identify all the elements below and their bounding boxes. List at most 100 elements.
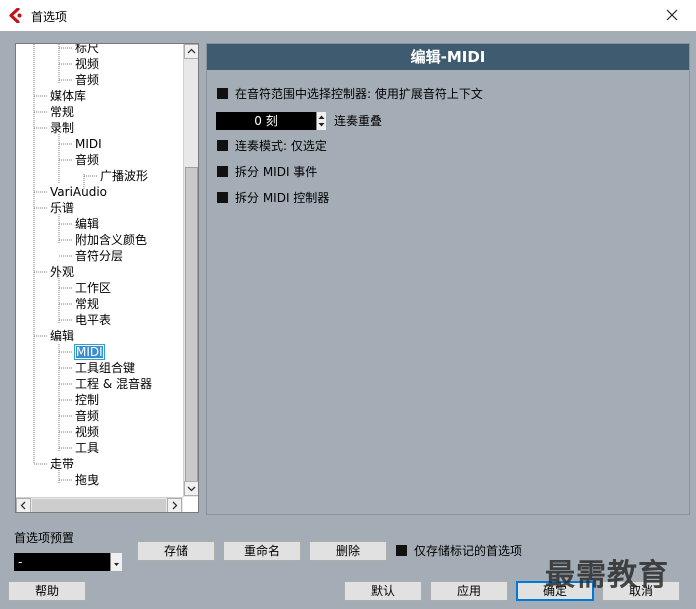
scroll-right-button[interactable] (167, 498, 182, 512)
tree-item-label: 外观 (50, 265, 75, 279)
tree-item[interactable]: MIDI (75, 136, 102, 152)
tree-item[interactable]: 工具 (75, 440, 99, 456)
scroll-left-button[interactable] (16, 498, 31, 512)
tree-item[interactable]: 编辑 (75, 216, 99, 232)
window-title: 首选项 (31, 10, 68, 24)
tree-item[interactable]: 标尺 (75, 43, 100, 56)
tree-item[interactable]: 媒体库 (50, 88, 86, 104)
tree-item[interactable]: 广播波形 (100, 168, 148, 184)
tree-item-label: 视频 (75, 57, 100, 71)
horizontal-scroll-thumb[interactable] (32, 499, 166, 512)
option-label: 在音符范围中选择控制器: 使用扩展音符上下文 (235, 87, 483, 101)
apply-button[interactable]: 应用 (430, 581, 508, 601)
tree-item[interactable]: 工程 & 混音器 (75, 376, 152, 392)
settings-panel: 编辑-MIDI 在音符范围中选择控制器: 使用扩展音符上下文 0 刻 连奏重叠 … (206, 43, 690, 515)
tree-item-label: 常规 (75, 297, 100, 311)
tree-vertical-scrollbar[interactable] (183, 44, 198, 497)
tree-item-label: 标尺 (75, 43, 100, 55)
checkbox[interactable] (217, 166, 228, 177)
tree-item-label: MIDI (75, 137, 102, 151)
tree-item[interactable]: MIDI (74, 344, 105, 360)
scroll-down-button[interactable] (184, 481, 198, 496)
tree-item-label: 拖曳 (75, 473, 100, 487)
tree-item-label: 走带 (50, 457, 75, 471)
option-legato-mode[interactable]: 连奏模式: 仅选定 (217, 138, 327, 154)
tree-item[interactable]: 乐谱 (50, 200, 74, 216)
close-button[interactable] (650, 0, 696, 31)
tree-item[interactable]: 音频 (75, 152, 99, 168)
delete-button[interactable]: 删除 (309, 541, 387, 561)
option-label: 拆分 MIDI 事件 (235, 165, 318, 179)
tree-item-label: VariAudio (50, 185, 108, 199)
tree-item[interactable]: 音频 (75, 72, 99, 88)
preset-dropdown[interactable]: - (14, 553, 122, 571)
option-label: 连奏模式: 仅选定 (235, 139, 327, 153)
tree-item-label: MIDI (74, 344, 105, 360)
default-button[interactable]: 默认 (344, 581, 422, 601)
legato-overlap-label: 连奏重叠 (334, 114, 383, 128)
tree-item[interactable]: 外观 (50, 264, 74, 280)
tree-item[interactable]: 音符分层 (75, 248, 123, 264)
tree-item[interactable]: 附加含义颜色 (75, 232, 147, 248)
preferences-tree-panel: 标尺 视频 音频 媒体库 常规 录制 MIDI 音频 广播波形 VariAudio 乐谱 编辑 附加含义… (10, 43, 201, 514)
checkbox[interactable] (217, 192, 228, 203)
tree-item[interactable]: 视频 (75, 424, 99, 440)
tree-item-label: 媒体库 (50, 89, 87, 103)
watermark: 最需教育 (545, 558, 669, 593)
rename-button[interactable]: 重命名 (223, 541, 301, 561)
stepper-buttons[interactable] (316, 112, 326, 130)
tree-item-label: 常规 (50, 105, 75, 119)
tree-item[interactable]: 控制 (75, 392, 99, 408)
stepper-arrows-icon (318, 115, 325, 127)
close-icon (666, 9, 678, 21)
tree-item[interactable]: 走带 (50, 456, 74, 472)
stepper-value[interactable]: 0 刻 (216, 112, 316, 130)
tree-item-label: 音符分层 (75, 249, 124, 263)
tree-item-label: 电平表 (75, 313, 112, 327)
tree-item[interactable]: 拖曳 (75, 472, 99, 488)
chevron-up-icon (187, 48, 196, 54)
tree-item-label: 编辑 (50, 329, 75, 343)
tree-item-label: 工程 & 混音器 (75, 377, 152, 391)
preset-value: - (18, 555, 23, 569)
tree-item[interactable]: 录制 (50, 120, 74, 136)
checkbox[interactable] (217, 140, 228, 151)
tree-item-label: 乐谱 (50, 201, 75, 215)
tree-item[interactable]: 工作区 (75, 280, 111, 296)
option-label: 拆分 MIDI 控制器 (235, 191, 330, 205)
tree-item[interactable]: 常规 (75, 296, 99, 312)
option-select-controllers[interactable]: 在音符范围中选择控制器: 使用扩展音符上下文 (217, 86, 483, 102)
tree-item-label: 音频 (75, 409, 100, 423)
chevron-left-icon (20, 501, 26, 510)
chevron-down-icon (187, 486, 196, 492)
tree-item-label: 工作区 (75, 281, 112, 295)
tree-item[interactable]: 编辑 (50, 328, 74, 344)
cubase-logo-icon (9, 8, 22, 23)
tree-item[interactable]: 工具组合键 (75, 360, 135, 376)
tree-horizontal-scrollbar[interactable] (16, 497, 183, 512)
option-split-midi-events[interactable]: 拆分 MIDI 事件 (217, 164, 317, 180)
option-split-midi-controllers[interactable]: 拆分 MIDI 控制器 (217, 190, 329, 206)
checkbox[interactable] (396, 545, 407, 556)
tree-item-label: 工具 (75, 441, 100, 455)
scroll-up-button[interactable] (184, 44, 198, 59)
tree-item[interactable]: 音频 (75, 408, 99, 424)
tree-item-label: 录制 (50, 121, 75, 135)
tree-item[interactable]: VariAudio (50, 184, 107, 200)
tree-item-label: 广播波形 (100, 169, 149, 183)
tree-item[interactable]: 视频 (75, 56, 99, 72)
store-marked-only-option[interactable]: 仅存储标记的首选项 (396, 543, 522, 559)
legato-overlap-stepper[interactable]: 0 刻 (216, 112, 326, 130)
preset-label: 首选项预置 (14, 531, 75, 545)
checkbox[interactable] (217, 88, 228, 99)
dialog-body: 标尺 视频 音频 媒体库 常规 录制 MIDI 音频 广播波形 VariAudio 乐谱 编辑 附加含义… (0, 31, 696, 609)
tree-item-label: 附加含义颜色 (75, 233, 148, 247)
store-button[interactable]: 存储 (137, 541, 215, 561)
tree-item[interactable]: 常规 (50, 104, 74, 120)
option-label: 仅存储标记的首选项 (414, 544, 523, 558)
dropdown-button[interactable] (110, 553, 122, 571)
tree-item-label: 工具组合键 (75, 361, 136, 375)
scroll-thumb[interactable] (185, 167, 198, 482)
help-button[interactable]: 帮助 (8, 581, 86, 601)
tree-item[interactable]: 电平表 (75, 312, 111, 328)
